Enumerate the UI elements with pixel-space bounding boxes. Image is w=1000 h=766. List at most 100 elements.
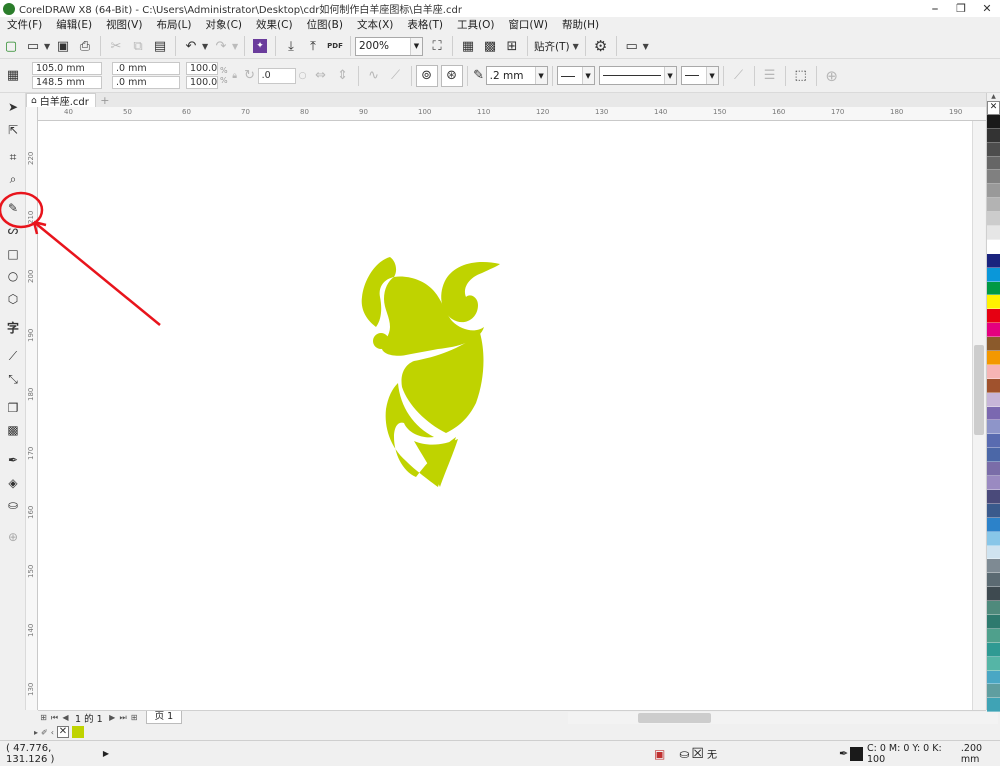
horizontal-ruler[interactable]: 40 50 60 70 80 90 100 110 120 130 140 150 160 170 180 1… xyxy=(38,107,986,121)
first-page-icon[interactable]: ⏮ xyxy=(49,713,60,723)
zoom-tool-icon[interactable]: ⌕ xyxy=(3,169,23,189)
text-tool-icon[interactable]: 字 xyxy=(3,317,23,337)
pick-tool-icon[interactable]: ➤ xyxy=(3,97,23,117)
vertical-ruler[interactable]: 220 210 200 190 180 170 160 150 140 130 xyxy=(26,107,38,710)
transparency-tool-icon[interactable]: ▩ xyxy=(3,420,23,440)
outline-color-swatch[interactable] xyxy=(850,746,864,761)
undo-dropdown-icon[interactable]: ▼ xyxy=(202,42,210,51)
palette-swatch[interactable] xyxy=(987,587,1000,602)
document-color-swatch[interactable] xyxy=(71,726,84,738)
auto-reduce-icon[interactable]: ⊛ xyxy=(440,64,463,87)
palette-swatch[interactable] xyxy=(987,281,1000,296)
palette-swatch[interactable] xyxy=(987,212,1000,227)
status-expand-icon[interactable]: ▶ xyxy=(103,749,109,758)
auto-close-curve-icon[interactable]: ⊚ xyxy=(415,64,438,87)
palette-swatch[interactable] xyxy=(987,698,1000,713)
palette-swatch[interactable] xyxy=(987,295,1000,310)
palette-swatch[interactable] xyxy=(987,128,1000,143)
palette-scroll-up-icon[interactable]: ▲ xyxy=(987,93,1000,101)
rotation-field[interactable]: .0 xyxy=(257,67,296,84)
polygon-tool-icon[interactable]: ⬡ xyxy=(3,289,23,309)
palette-swatch[interactable] xyxy=(987,253,1000,268)
palette-swatch[interactable] xyxy=(987,392,1000,407)
palette-swatch[interactable] xyxy=(987,642,1000,657)
undo-icon[interactable]: ↶ xyxy=(180,35,202,57)
menu-layout[interactable]: 布局(L) xyxy=(149,17,198,34)
palette-swatch[interactable] xyxy=(987,601,1000,615)
close-curve-icon[interactable]: ⟋ xyxy=(728,65,750,87)
palette-swatch[interactable] xyxy=(987,184,1000,199)
palette-swatch[interactable] xyxy=(987,559,1000,574)
palette-swatch[interactable] xyxy=(987,489,1000,504)
show-grid-icon[interactable]: ▩ xyxy=(479,35,501,57)
palette-swatch[interactable] xyxy=(987,656,1000,671)
palette-swatch[interactable] xyxy=(987,670,1000,685)
copy-icon[interactable]: ⧉ xyxy=(127,35,149,57)
snap-dropdown-icon[interactable]: ▼ xyxy=(573,42,581,51)
full-screen-icon[interactable]: ⛶ xyxy=(426,35,448,57)
document-tab[interactable]: ⌂ 白羊座.cdr xyxy=(26,93,96,108)
redo-icon[interactable]: ↷ xyxy=(210,35,232,57)
palette-swatch[interactable] xyxy=(987,434,1000,449)
x-position-field[interactable]: 105.0 mm xyxy=(32,62,102,75)
palette-swatch[interactable] xyxy=(987,503,1000,518)
crop-tool-icon[interactable]: ⌗ xyxy=(3,147,23,167)
palette-swatch[interactable] xyxy=(987,448,1000,463)
page-tab-1[interactable]: 页 1 xyxy=(145,711,183,724)
palette-swatch-none[interactable]: ✕ xyxy=(987,101,1000,115)
palette-swatch[interactable] xyxy=(987,573,1000,588)
menu-tools[interactable]: 工具(O) xyxy=(450,17,501,34)
application-launcher-icon[interactable]: ▭ xyxy=(621,35,643,57)
width-field[interactable]: .0 mm xyxy=(112,62,180,75)
paste-icon[interactable]: ▤ xyxy=(149,35,171,57)
scale-x-field[interactable]: 100.0 xyxy=(186,62,218,75)
freehand-tool-icon[interactable]: ✎ xyxy=(3,198,23,218)
palette-swatch[interactable] xyxy=(987,351,1000,365)
close-button[interactable]: ✕ xyxy=(974,0,1000,17)
ellipse-tool-icon[interactable]: ○ xyxy=(3,266,23,286)
add-document-tab-icon[interactable]: + xyxy=(98,94,112,107)
add-page-after-icon[interactable]: ⊞ xyxy=(129,713,140,722)
mirror-vertical-icon[interactable]: ⇕ xyxy=(332,65,354,87)
last-page-icon[interactable]: ⏭ xyxy=(118,713,129,723)
scroll-left-icon[interactable]: ‹ xyxy=(51,728,54,737)
menu-effects[interactable]: 效果(C) xyxy=(249,17,300,34)
redo-dropdown-icon[interactable]: ▼ xyxy=(232,42,240,51)
smart-fill-tool-icon[interactable]: ⛀ xyxy=(3,495,23,515)
export-icon[interactable]: ⤒ xyxy=(302,35,324,57)
chevron-down-icon[interactable]: ▼ xyxy=(705,67,718,84)
restore-button[interactable]: ❐ xyxy=(948,0,974,17)
palette-menu-icon[interactable]: ▸ xyxy=(34,728,38,737)
palette-swatch[interactable] xyxy=(987,378,1000,393)
add-tool-icon[interactable]: ⊕ xyxy=(3,527,23,547)
interactive-fill-tool-icon[interactable]: ◈ xyxy=(3,473,23,493)
start-arrowhead-select[interactable]: ▼ xyxy=(556,66,595,85)
document-color-settings-icon[interactable]: ▣ xyxy=(654,747,665,761)
palette-swatch[interactable] xyxy=(987,517,1000,532)
minimize-button[interactable]: ⎯ xyxy=(922,0,948,17)
launcher-dropdown-icon[interactable]: ▼ xyxy=(643,42,651,51)
menu-text[interactable]: 文本(X) xyxy=(350,17,400,34)
palette-swatch[interactable] xyxy=(987,684,1000,699)
print-icon[interactable]: ⎙ xyxy=(74,35,96,57)
palette-swatch[interactable] xyxy=(987,545,1000,560)
connector-tool-icon[interactable]: ⤡ xyxy=(3,369,23,389)
mirror-horizontal-icon[interactable]: ⇔ xyxy=(310,65,332,87)
chevron-down-icon[interactable]: ▼ xyxy=(663,67,676,84)
publish-pdf-icon[interactable]: PDF xyxy=(324,35,346,57)
palette-swatch[interactable] xyxy=(987,628,1000,643)
snap-to-menu[interactable]: 贴齐(T) xyxy=(534,39,570,54)
palette-swatch[interactable] xyxy=(987,170,1000,185)
outline-width-select[interactable]: .2 mm ▼ xyxy=(485,66,548,85)
eyedropper-icon[interactable]: ✐ xyxy=(41,728,48,737)
add-page-before-icon[interactable]: ⊞ xyxy=(38,713,49,722)
show-guidelines-icon[interactable]: ⊞ xyxy=(501,35,523,57)
palette-swatch[interactable] xyxy=(987,614,1000,629)
palette-swatch[interactable] xyxy=(987,198,1000,213)
page-size-icon[interactable]: ▦ xyxy=(2,65,24,87)
save-icon[interactable]: ▣ xyxy=(52,35,74,57)
bounding-box-icon[interactable]: ⬚ xyxy=(790,65,812,87)
line-style-select[interactable]: ▼ xyxy=(598,66,677,85)
palette-swatch[interactable] xyxy=(987,239,1000,254)
menu-bitmaps[interactable]: 位图(B) xyxy=(300,17,350,34)
